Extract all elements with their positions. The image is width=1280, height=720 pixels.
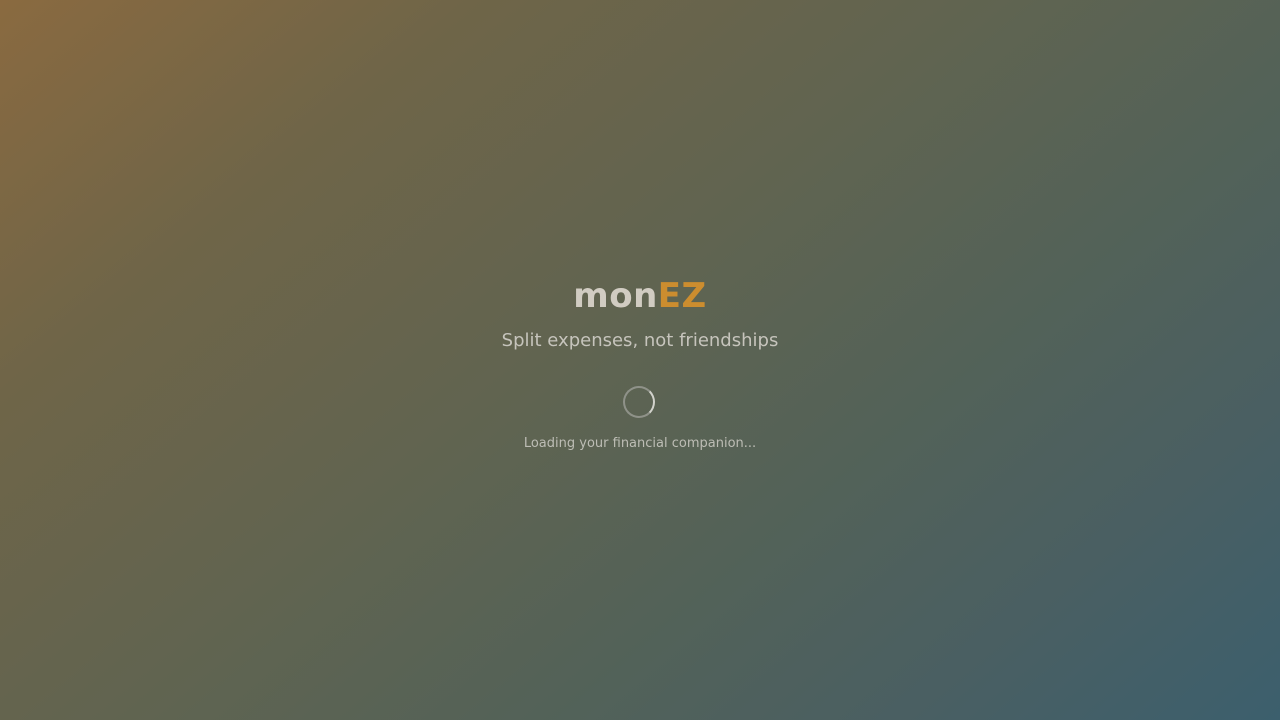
tagline: Split expenses, not friendships bbox=[501, 330, 779, 351]
splash-screen: monEZ Split expenses, not friendships Lo… bbox=[0, 0, 1280, 720]
loading-text: Loading your financial companion... bbox=[523, 436, 757, 451]
logo-text-mon: mon bbox=[573, 276, 658, 316]
app-logo: monEZ bbox=[0, 276, 1280, 316]
loading-spinner-icon bbox=[623, 386, 655, 418]
logo-text-ez: EZ bbox=[657, 276, 707, 316]
